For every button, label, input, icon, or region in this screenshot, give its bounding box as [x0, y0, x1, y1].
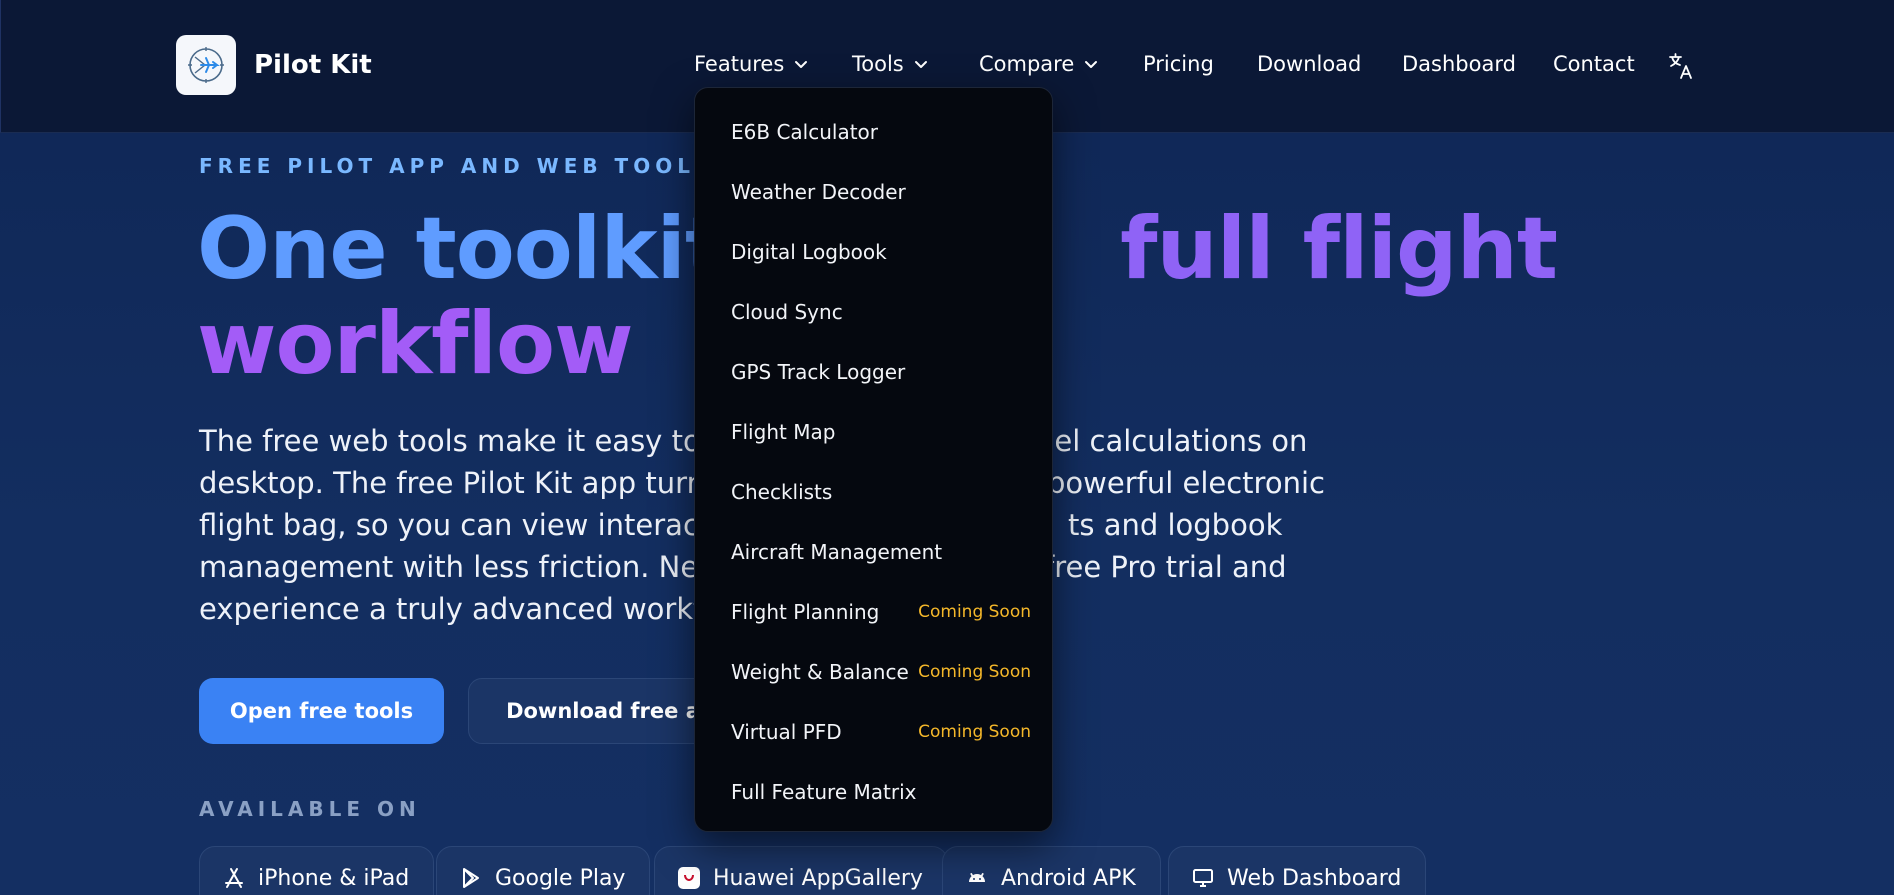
nav-tools[interactable]: Tools — [852, 52, 928, 76]
huawei-appgallery-icon — [678, 867, 700, 889]
store-label: Android APK — [1001, 865, 1136, 891]
copy-line: ts and logbook — [1068, 508, 1283, 542]
features-dropdown-menu: E6B Calculator Weather Decoder Digital L… — [694, 87, 1053, 832]
menu-item-checklists[interactable]: Checklists — [731, 472, 1031, 512]
menu-item-flight-map[interactable]: Flight Map — [731, 412, 1031, 452]
menu-item-label: Full Feature Matrix — [731, 780, 917, 804]
store-label: iPhone & iPad — [258, 865, 410, 891]
menu-item-label: Weight & Balance — [731, 660, 909, 684]
copy-line: flight bag, so you can view interactive — [199, 508, 754, 542]
menu-item-label: Flight Map — [731, 420, 836, 444]
store-label: Web Dashboard — [1227, 865, 1402, 891]
headline-part-3: workflow — [197, 294, 634, 394]
menu-item-aircraft-management[interactable]: Aircraft Management — [731, 532, 1031, 572]
google-play-icon — [463, 868, 479, 888]
menu-item-label: Virtual PFD — [731, 720, 842, 744]
menu-item-label: Flight Planning — [731, 600, 880, 624]
nav-compare[interactable]: Compare — [979, 52, 1098, 76]
nav-label: Contact — [1553, 52, 1635, 76]
store-label: Huawei AppGallery — [713, 865, 923, 891]
copy-line: uel calculations on — [1036, 424, 1308, 458]
brand-name: Pilot Kit — [254, 50, 372, 80]
hero-eyebrow: FREE PILOT APP AND WEB TOOLS — [199, 154, 715, 178]
coming-soon-badge: Coming Soon — [918, 722, 1031, 742]
menu-item-weight-balance[interactable]: Weight & Balance Coming Soon — [731, 652, 1031, 692]
chevron-down-icon — [795, 61, 808, 68]
menu-item-label: Weather Decoder — [731, 180, 906, 204]
nav-pricing[interactable]: Pricing — [1143, 52, 1214, 76]
menu-item-flight-planning[interactable]: Flight Planning Coming Soon — [731, 592, 1031, 632]
open-free-tools-button[interactable]: Open free tools — [199, 678, 444, 744]
coming-soon-badge: Coming Soon — [918, 602, 1031, 622]
coming-soon-badge: Coming Soon — [918, 662, 1031, 682]
menu-item-label: Checklists — [731, 480, 833, 504]
menu-item-label: Digital Logbook — [731, 240, 887, 264]
nav-download[interactable]: Download — [1257, 52, 1361, 76]
store-button-ios[interactable]: iPhone & iPad — [199, 846, 435, 895]
brand-home-link[interactable]: Pilot Kit — [176, 35, 372, 95]
chevron-down-icon — [914, 61, 927, 68]
store-button-google-play[interactable]: Google Play — [436, 846, 651, 895]
available-on-heading: AVAILABLE ON — [199, 797, 421, 821]
copy-line: management with less friction. Need — [199, 550, 735, 584]
store-button-web-dashboard[interactable]: Web Dashboard — [1168, 846, 1427, 895]
menu-item-digital-logbook[interactable]: Digital Logbook — [731, 232, 1031, 272]
menu-item-cloud-sync[interactable]: Cloud Sync — [731, 292, 1031, 332]
nav-features[interactable]: Features — [694, 52, 808, 76]
menu-item-gps-track-logger[interactable]: GPS Track Logger — [731, 352, 1031, 392]
menu-item-virtual-pfd[interactable]: Virtual PFD Coming Soon — [731, 712, 1031, 752]
nav-label: Features — [694, 52, 785, 76]
android-icon — [969, 872, 985, 882]
menu-item-label: Aircraft Management — [731, 540, 943, 564]
menu-item-full-feature-matrix[interactable]: Full Feature Matrix — [731, 772, 1031, 812]
menu-item-label: GPS Track Logger — [731, 360, 906, 384]
chevron-down-icon — [1085, 61, 1098, 68]
copy-line: powerful electronic — [1047, 466, 1325, 500]
app-store-icon — [225, 868, 243, 888]
copy-line: desktop. The free Pilot Kit app turns y — [199, 466, 747, 500]
store-button-android-apk[interactable]: Android APK — [942, 846, 1161, 895]
menu-item-e6b-calculator[interactable]: E6B Calculator — [731, 112, 1031, 152]
nav-contact[interactable]: Contact — [1553, 52, 1635, 76]
copy-line: free Pro trial and — [1044, 550, 1287, 584]
nav-label: Download — [1257, 52, 1362, 76]
nav-label: Compare — [979, 52, 1075, 76]
monitor-icon — [1193, 869, 1213, 887]
store-label: Google Play — [495, 865, 626, 891]
headline-part-2: full flight — [1120, 199, 1558, 299]
copy-line: experience a truly advanced workflow — [199, 592, 753, 626]
menu-item-label: E6B Calculator — [731, 120, 879, 144]
headline-part-1: One toolkit — [197, 199, 726, 299]
copy-line: The free web tools make it easy to ha — [199, 424, 747, 458]
nav-label: Pricing — [1143, 52, 1214, 76]
compass-plane-icon — [176, 35, 236, 95]
translate-icon[interactable] — [1668, 52, 1694, 80]
nav-label: Dashboard — [1402, 52, 1516, 76]
menu-item-label: Cloud Sync — [731, 300, 843, 324]
menu-item-weather-decoder[interactable]: Weather Decoder — [731, 172, 1031, 212]
nav-label: Tools — [852, 52, 904, 76]
store-button-huawei[interactable]: Huawei AppGallery — [654, 846, 948, 895]
nav-dashboard[interactable]: Dashboard — [1402, 52, 1516, 76]
